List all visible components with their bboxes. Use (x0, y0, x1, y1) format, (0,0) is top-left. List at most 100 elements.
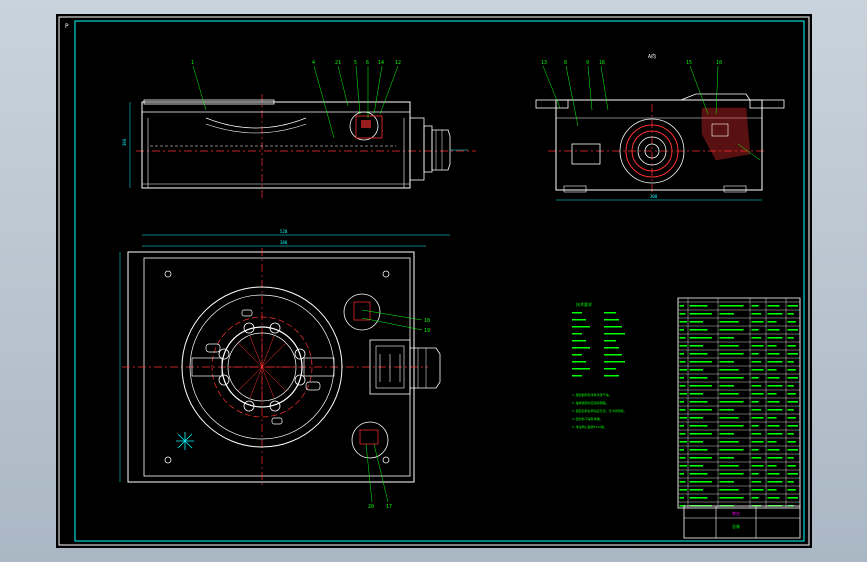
parts-cell-mark (719, 473, 744, 475)
spec-text-mark (572, 333, 582, 335)
parts-cell-mark (767, 385, 783, 387)
parts-cell-mark (689, 401, 708, 403)
parts-cell-mark (689, 337, 712, 339)
parts-cell-mark (787, 465, 796, 467)
parts-cell-mark (751, 353, 759, 355)
spec-text-mark (572, 354, 582, 356)
parts-cell-mark (787, 329, 798, 331)
parts-cell-mark (751, 393, 764, 395)
parts-cell-mark (787, 417, 796, 419)
parts-cell-mark (767, 353, 780, 355)
parts-cell-mark (767, 449, 780, 451)
parts-cell-mark (767, 321, 777, 323)
parts-cell-mark (767, 361, 783, 363)
spec-text-mark (572, 319, 586, 321)
parts-cell-mark (719, 353, 744, 355)
parts-cell-mark (751, 457, 762, 459)
parts-cell-mark (767, 465, 777, 467)
parts-cell-mark (751, 337, 762, 339)
parts-cell-mark (751, 385, 762, 387)
parts-cell-mark (719, 433, 734, 435)
parts-cell-mark (679, 417, 687, 419)
parts-cell-mark (689, 457, 712, 459)
tech-req-heading: 技术要求 (576, 301, 592, 307)
parts-cell-mark (679, 337, 686, 339)
corner-mark: P (65, 23, 69, 30)
parts-cell-mark (787, 385, 794, 387)
parts-cell-mark (719, 489, 739, 491)
parts-cell-mark (751, 473, 759, 475)
parts-cell-mark (679, 321, 687, 323)
parts-cell-mark (767, 425, 780, 427)
parts-cell-mark (751, 409, 762, 411)
parts-cell-mark (689, 497, 708, 499)
balloon-12: 12 (395, 60, 401, 66)
title-block-name: 转台 (732, 510, 740, 516)
parts-cell-mark (787, 305, 798, 307)
parts-cell-mark (767, 313, 783, 315)
parts-cell-mark (751, 305, 759, 307)
parts-cell-mark (767, 369, 777, 371)
parts-cell-mark (767, 417, 777, 419)
parts-cell-mark (679, 353, 684, 355)
balloon-9: 9 (586, 60, 589, 66)
parts-cell-mark (751, 449, 759, 451)
parts-cell-mark (719, 457, 734, 459)
parts-list (677, 297, 801, 509)
parts-cell-mark (767, 409, 783, 411)
spec-text-mark (604, 354, 622, 356)
parts-cell-mark (767, 473, 780, 475)
parts-cell-mark (787, 457, 794, 459)
parts-cell-mark (689, 465, 703, 467)
parts-cell-mark (719, 377, 744, 379)
parts-cell-mark (719, 337, 734, 339)
parts-cell-mark (751, 489, 764, 491)
spec-text-mark (572, 312, 582, 314)
parts-cell-mark (787, 401, 798, 403)
parts-cell-mark (689, 425, 708, 427)
parts-cell-mark (751, 369, 764, 371)
spec-text-mark (572, 375, 582, 377)
tech-req-line: 1.装配前所有零件清洗干净。 (572, 392, 612, 397)
balloon-4: 4 (312, 60, 315, 66)
parts-cell-mark (679, 345, 687, 347)
spec-text-mark (604, 375, 619, 377)
parts-cell-mark (689, 417, 703, 419)
balloon-18: 18 (424, 318, 430, 324)
tech-req-line: 3.装配后转台转动应灵活，无卡滞现象。 (572, 408, 627, 413)
parts-cell-mark (787, 393, 796, 395)
spec-text-mark (572, 340, 586, 342)
parts-cell-mark (689, 377, 708, 379)
spec-text-mark (604, 312, 616, 314)
parts-cell-mark (689, 313, 712, 315)
parts-cell-mark (751, 441, 764, 443)
parts-cell-mark (767, 345, 777, 347)
parts-cell-mark (679, 473, 684, 475)
spec-text-mark (604, 319, 619, 321)
assembly-drawing: P 1 4 21 5 6 14 12 360 A向 300 13 8 9 16 … (58, 16, 810, 546)
dim-width: 380 (280, 240, 288, 245)
parts-cell-mark (767, 393, 777, 395)
parts-cell-mark (751, 345, 764, 347)
parts-cell-mark (719, 305, 744, 307)
parts-cell-mark (719, 425, 744, 427)
parts-cell-mark (679, 433, 686, 435)
parts-cell-mark (751, 313, 762, 315)
parts-cell-mark (787, 433, 794, 435)
parts-cell-mark (719, 369, 739, 371)
spec-text-mark (604, 347, 619, 349)
parts-cell-mark (689, 489, 703, 491)
parts-cell-mark (767, 377, 780, 379)
spec-text-mark (604, 333, 625, 335)
parts-cell-mark (679, 385, 686, 387)
parts-cell-mark (751, 417, 764, 419)
balloon-1: 1 (191, 60, 194, 66)
parts-cell-mark (689, 329, 708, 331)
parts-cell-mark (787, 497, 798, 499)
parts-cell-mark (679, 465, 687, 467)
parts-cell-mark (689, 361, 712, 363)
parts-cell-mark (767, 337, 783, 339)
parts-cell-mark (751, 329, 759, 331)
parts-cell-mark (787, 361, 794, 363)
parts-cell-mark (787, 337, 794, 339)
